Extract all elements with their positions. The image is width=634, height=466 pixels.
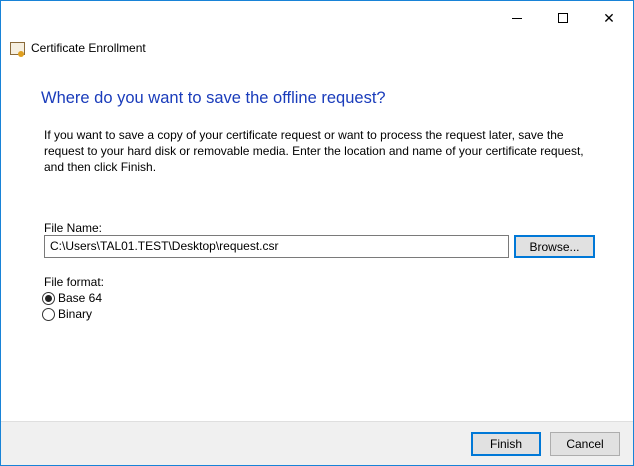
certificate-icon: [10, 41, 25, 57]
radio-unselected-icon: [42, 307, 55, 321]
window-title: Certificate Enrollment: [31, 41, 146, 55]
file-name-input[interactable]: C:\Users\TAL01.TEST\Desktop\request.csr: [44, 235, 509, 258]
maximize-icon: [558, 13, 568, 23]
close-icon: ✕: [603, 9, 615, 26]
radio-label: Binary: [58, 307, 93, 321]
finish-button[interactable]: Finish: [471, 432, 541, 456]
title-bar: Certificate Enrollment: [10, 41, 146, 57]
browse-button[interactable]: Browse...: [514, 235, 595, 258]
close-button[interactable]: ✕: [586, 5, 632, 31]
minimize-button[interactable]: [494, 5, 540, 31]
description-text: If you want to save a copy of your certi…: [44, 128, 584, 174]
radio-base64[interactable]: Base 64: [42, 291, 102, 305]
radio-selected-icon: [42, 291, 55, 305]
footer-bar: Finish Cancel: [1, 421, 633, 465]
minimize-icon: [512, 17, 522, 19]
maximize-button[interactable]: [540, 5, 586, 31]
cancel-button[interactable]: Cancel: [550, 432, 620, 456]
certificate-enrollment-window: ✕ Certificate Enrollment Where do you wa…: [0, 0, 634, 466]
page-heading: Where do you want to save the offline re…: [41, 89, 386, 107]
radio-label: Base 64: [58, 291, 103, 305]
radio-binary[interactable]: Binary: [42, 307, 92, 321]
file-format-label: File format:: [44, 275, 105, 289]
file-name-label: File Name:: [44, 221, 103, 235]
